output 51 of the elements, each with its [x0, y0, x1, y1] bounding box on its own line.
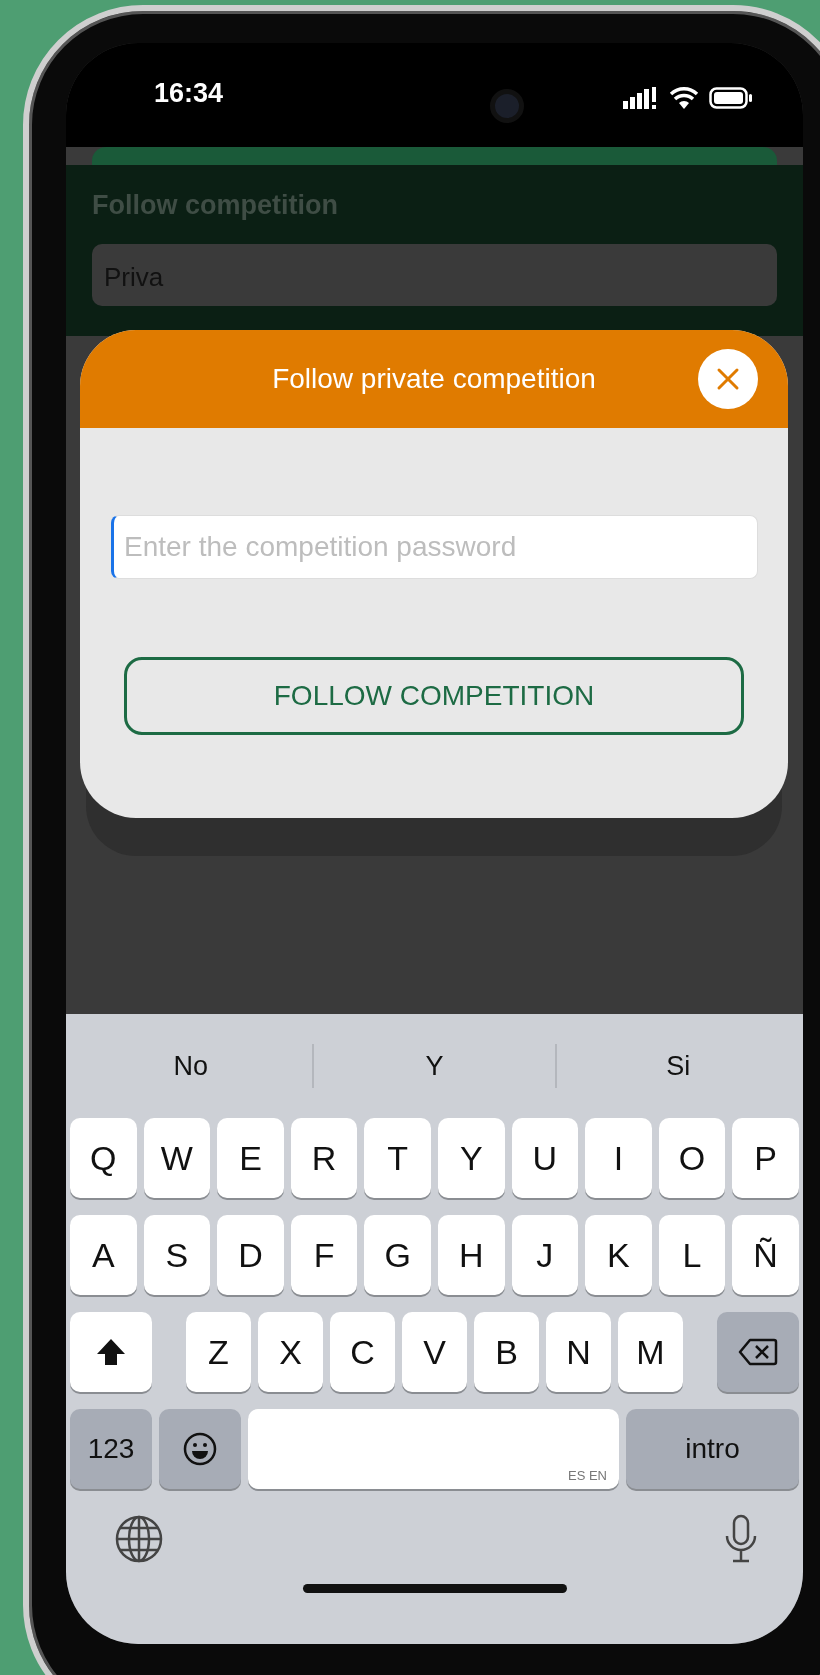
language-hint: ES EN — [568, 1466, 607, 1485]
suggestion[interactable]: Si — [555, 1044, 799, 1088]
keyboard-key[interactable]: A — [70, 1215, 137, 1295]
backspace-key[interactable] — [717, 1312, 799, 1392]
dialog-title: Follow private competition — [272, 361, 596, 396]
keyboard-key[interactable]: W — [143, 1118, 211, 1198]
smiley-icon — [182, 1431, 218, 1467]
space-key[interactable]: ES EN — [248, 1409, 619, 1489]
keyboard-key[interactable]: O — [658, 1118, 726, 1198]
close-icon — [716, 366, 740, 391]
keyboard-key[interactable]: B — [474, 1312, 539, 1392]
keyboard-key[interactable]: V — [402, 1312, 467, 1392]
keyboard-key[interactable]: F — [290, 1215, 358, 1295]
keyboard-key[interactable]: J — [511, 1215, 579, 1295]
keyboard-key[interactable]: R — [290, 1118, 358, 1198]
keyboard-key[interactable]: P — [732, 1118, 799, 1198]
battery-icon — [709, 87, 753, 109]
keyboard-key[interactable]: D — [217, 1215, 284, 1295]
keyboard-key[interactable]: C — [330, 1312, 395, 1392]
shift-icon — [95, 1337, 127, 1367]
return-key[interactable]: intro — [626, 1409, 799, 1489]
keyboard-key[interactable]: X — [258, 1312, 323, 1392]
keyboard-key[interactable]: G — [364, 1215, 431, 1295]
keyboard-key[interactable]: M — [618, 1312, 683, 1392]
keyboard-key[interactable]: H — [437, 1215, 505, 1295]
backspace-icon — [738, 1337, 778, 1367]
suggestion[interactable]: No — [70, 1044, 312, 1088]
camera-icon — [490, 89, 524, 123]
keyboard-key[interactable]: I — [585, 1118, 652, 1198]
emoji-key[interactable] — [159, 1409, 241, 1489]
keyboard-key[interactable]: 123 — [70, 1409, 152, 1489]
signal-icon — [623, 87, 659, 109]
keyboard-key[interactable]: Z — [186, 1312, 251, 1392]
keyboard-key[interactable]: Y — [437, 1118, 505, 1198]
wifi-icon — [669, 87, 699, 109]
keyboard-key[interactable]: L — [658, 1215, 726, 1295]
keyboard-key[interactable]: T — [364, 1118, 431, 1198]
keyboard-key[interactable]: S — [143, 1215, 211, 1295]
microphone-icon[interactable] — [723, 1514, 759, 1564]
keyboard-key[interactable]: K — [585, 1215, 652, 1295]
password-field[interactable]: Enter the competition password — [111, 514, 758, 579]
shift-key[interactable] — [70, 1312, 152, 1392]
status-time: 16:34 — [154, 77, 225, 110]
keyboard-key[interactable]: U — [511, 1118, 579, 1198]
keyboard-key[interactable]: N — [546, 1312, 611, 1392]
keyboard-key[interactable]: Q — [70, 1118, 137, 1198]
keyboard-key[interactable]: Ñ — [732, 1215, 799, 1295]
follow-button[interactable]: FOLLOW COMPETITION — [124, 656, 744, 735]
keyboard-key[interactable]: E — [217, 1118, 284, 1198]
globe-icon[interactable] — [114, 1514, 164, 1564]
suggestion[interactable]: Y — [311, 1044, 556, 1088]
